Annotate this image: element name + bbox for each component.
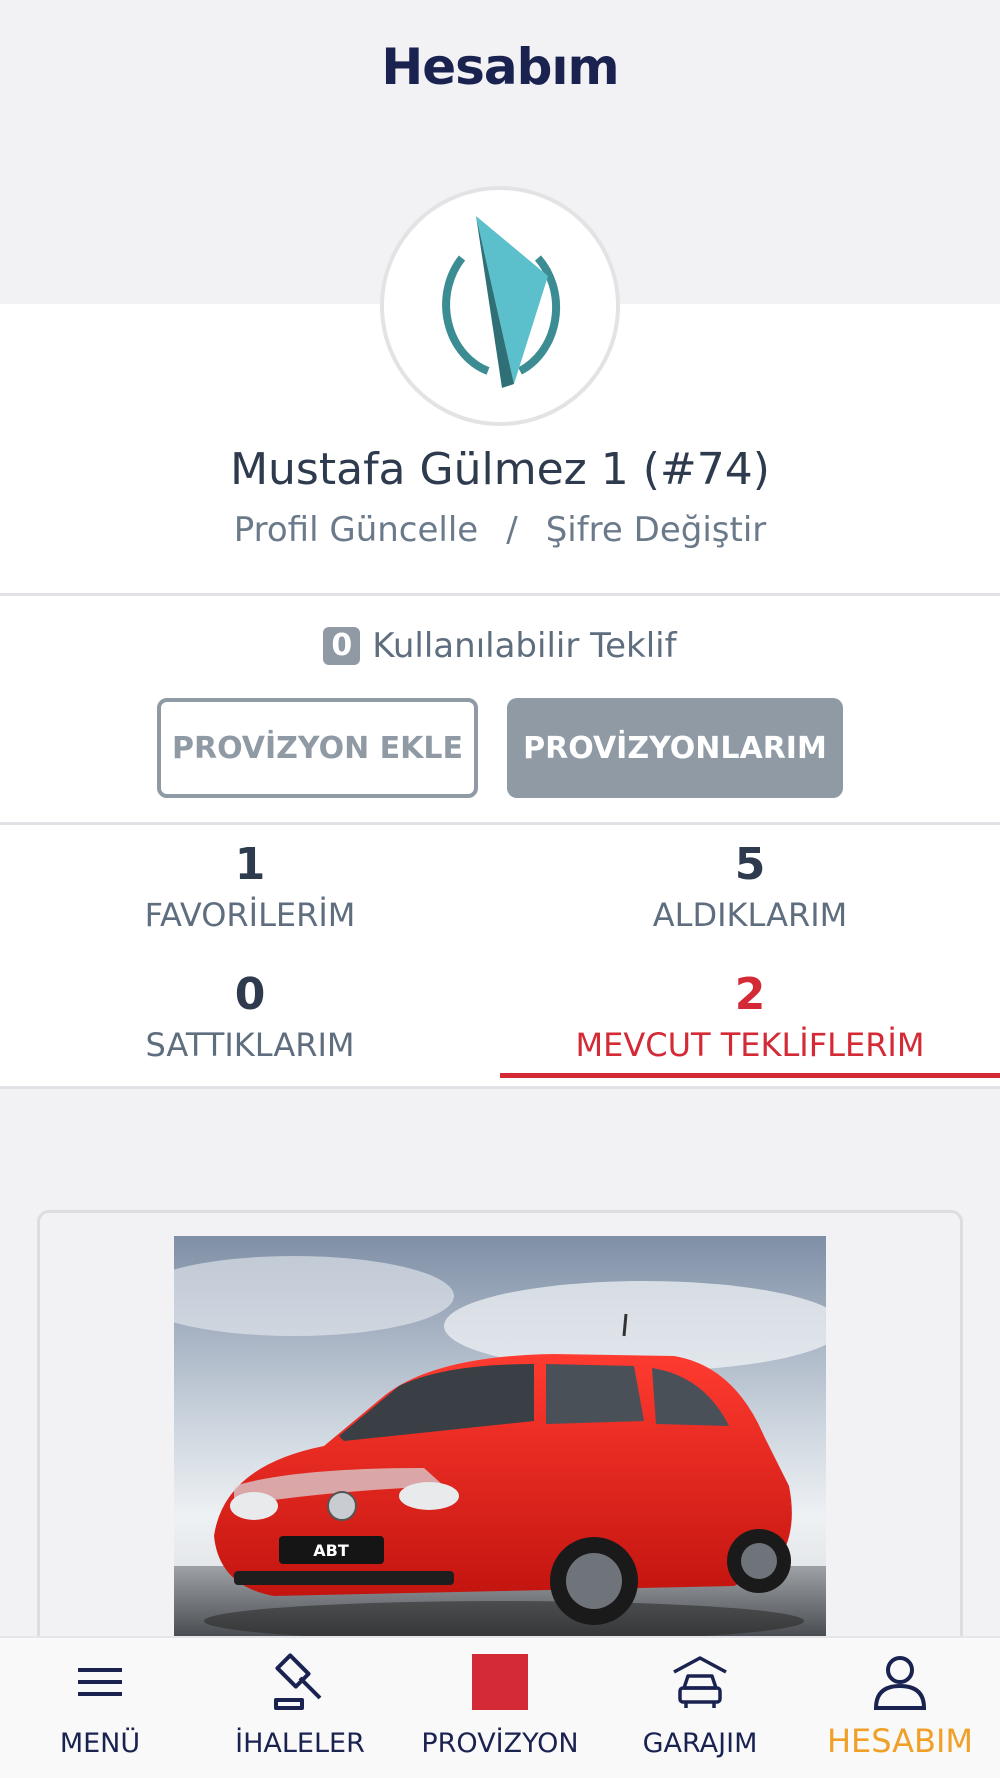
offer-label: Kullanılabilir Teklif (372, 626, 677, 666)
stat-label: ALDIKLARIM (652, 896, 848, 934)
hamburger-icon (78, 1668, 122, 1696)
avatar[interactable] (380, 186, 620, 426)
stat-value: 5 (734, 839, 766, 890)
stat-favorites[interactable]: 1 FAVORİLERİM (0, 839, 500, 934)
garage-car-icon (673, 1656, 727, 1708)
tab-menu[interactable]: MENÜ (0, 1638, 200, 1778)
stat-label: MEVCUT TEKLİFLERİM (575, 1026, 925, 1064)
tab-label: MENÜ (59, 1728, 141, 1759)
bottom-tab-bar: MENÜ İHALELER PROVİZYON GARAJIM HESABIM (0, 1636, 1000, 1778)
logo-icon (442, 216, 561, 388)
my-provisions-button[interactable]: PROVİZYONLARIM (507, 698, 843, 798)
change-password-link[interactable]: Şifre Değiştir (546, 510, 767, 550)
svg-text:ABT: ABT (313, 1541, 349, 1560)
tab-label: GARAJIM (642, 1728, 758, 1759)
stat-current-offers[interactable]: 2 MEVCUT TEKLİFLERİM (500, 969, 1000, 1078)
stat-label: SATTIKLARIM (145, 1026, 355, 1064)
add-provision-button[interactable]: PROVİZYON EKLE (157, 698, 478, 798)
stat-value: 2 (734, 969, 766, 1020)
offers-section: 0 Kullanılabilir Teklif PROVİZYON EKLE P… (0, 596, 1000, 825)
update-profile-link[interactable]: Profil Güncelle (234, 510, 478, 550)
stat-label: FAVORİLERİM (144, 896, 356, 934)
tab-label: PROVİZYON (421, 1728, 579, 1759)
stat-purchased[interactable]: 5 ALDIKLARIM (500, 839, 1000, 934)
profile-links: Profil Güncelle / Şifre Değiştir (0, 510, 1000, 550)
car-image[interactable]: ABT (174, 1236, 826, 1636)
stats-grid: 1 FAVORİLERİM 5 ALDIKLARIM 0 SATTIKLARIM… (0, 825, 1000, 1089)
tab-account[interactable]: HESABIM (800, 1638, 1000, 1778)
stat-sold[interactable]: 0 SATTIKLARIM (0, 969, 500, 1064)
user-name: Mustafa Gülmez 1 (#74) (230, 444, 770, 495)
link-separator: / (506, 510, 518, 550)
tab-label: HESABIM (826, 1722, 974, 1760)
page-title: Hesabım (381, 38, 619, 96)
tab-label: İHALELER (235, 1728, 365, 1759)
gavel-icon (274, 1653, 322, 1710)
offer-count-badge: 0 (323, 627, 361, 665)
user-icon (873, 1656, 927, 1710)
stat-value: 0 (234, 969, 266, 1020)
red-square-icon (472, 1654, 528, 1710)
stat-value: 1 (234, 839, 266, 890)
tab-provision[interactable]: PROVİZYON (400, 1638, 600, 1778)
available-offers: 0 Kullanılabilir Teklif (0, 626, 1000, 666)
tab-garage[interactable]: GARAJIM (600, 1638, 800, 1778)
tab-auctions[interactable]: İHALELER (200, 1638, 400, 1778)
